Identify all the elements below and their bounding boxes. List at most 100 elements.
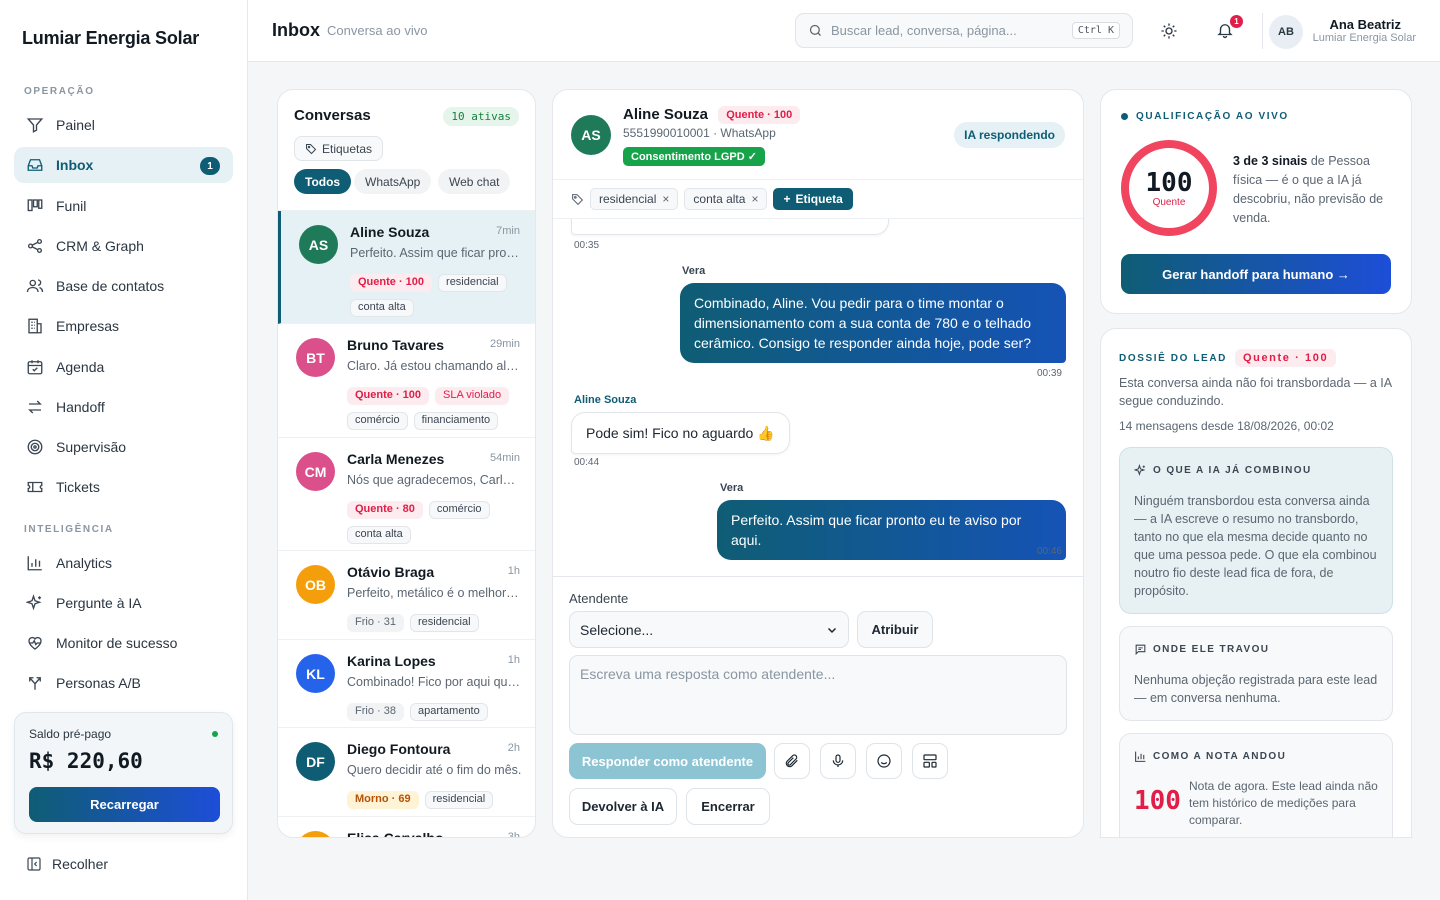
message-thread: 00:35 Vera Combinado, Aline. Vou pedir p… xyxy=(553,219,1083,576)
template-button[interactable] xyxy=(912,743,948,779)
agent-select-value: Selecione... xyxy=(580,621,654,638)
dossier-title-text: DOSSIÊ DO LEAD xyxy=(1119,352,1227,364)
live-dot xyxy=(1121,113,1128,120)
theme-sun-icon[interactable] xyxy=(1160,22,1178,40)
add-tag-button[interactable]: + Etiqueta xyxy=(773,188,853,210)
sidebar-item-empresas[interactable]: Empresas xyxy=(14,308,233,344)
avatar: BT xyxy=(296,338,335,377)
conversation-tags: Frio · 31 residencial xyxy=(347,608,527,633)
tag-pill: Quente · 100 xyxy=(350,273,433,292)
tag-pill: conta alta xyxy=(347,525,411,544)
section-heading: O QUE A IA JÁ COMBINOU xyxy=(1134,464,1312,477)
assign-button[interactable]: Atribuir xyxy=(857,611,933,648)
sidebar-item-label: Painel xyxy=(56,117,95,133)
recharge-button[interactable]: Recarregar xyxy=(29,787,220,822)
tag-pill: Morno · 69 xyxy=(347,790,419,809)
divider xyxy=(1262,13,1263,49)
return-to-ia-button[interactable]: Devolver à IA xyxy=(569,788,677,825)
sidebar-item-monitor[interactable]: Monitor de sucesso xyxy=(14,625,233,661)
close-conversation-button[interactable]: Encerrar xyxy=(686,788,770,825)
search-shortcut: Ctrl K xyxy=(1071,22,1120,39)
score-badge: Quente · 100 xyxy=(1234,349,1337,367)
microphone-button[interactable] xyxy=(820,743,856,779)
tags-filter-button[interactable]: Etiquetas xyxy=(294,136,384,161)
tag-pill: financiamento xyxy=(413,411,499,430)
sidebar-item-crm[interactable]: CRM & Graph xyxy=(14,228,233,264)
conversation-list-item[interactable]: CM Carla Menezes 54min Nós que agradecemos,… xyxy=(278,438,535,551)
score-history-section: COMO A NOTA ANDOU 100 Nota de agora. Est… xyxy=(1119,733,1393,837)
chat-tag-bar: residencial × conta alta × + Etiqueta xyxy=(553,180,1083,219)
tag-pill: Quente · 100 xyxy=(347,386,430,405)
sidebar-item-inbox[interactable]: Inbox 1 xyxy=(14,147,233,183)
collapse-label: Recolher xyxy=(52,856,109,872)
sidebar-item-personas[interactable]: Personas A/B xyxy=(14,665,233,701)
conversation-list-item[interactable]: KL Karina Lopes 1h Combinado! Fico por aqui… xyxy=(278,640,535,728)
chat-panel: AS Aline Souza Quente · 100 555199001000… xyxy=(552,89,1084,838)
section-body: Ninguém transbordou esta conversa ainda … xyxy=(1134,494,1377,598)
conversation-list-item[interactable]: AS Aline Souza 7min Perfeito. Assim que fic… xyxy=(278,211,535,324)
sidebar-item-contatos[interactable]: Base de contatos xyxy=(14,268,233,304)
remove-tag-icon[interactable]: × xyxy=(751,192,758,206)
section-heading-text: O QUE A IA JÁ COMBINOU xyxy=(1153,465,1312,476)
share-icon xyxy=(27,238,43,254)
avatar[interactable]: AB xyxy=(1269,15,1303,49)
brand-name: Lumiar Energia Solar xyxy=(22,28,200,48)
swap-icon xyxy=(28,400,42,414)
add-tag-label: Etiqueta xyxy=(795,192,843,206)
tags-label: Etiquetas xyxy=(322,141,373,156)
avatar: EC xyxy=(296,831,335,837)
tag-pill: comércio xyxy=(347,411,408,430)
remove-tag-icon[interactable]: × xyxy=(662,192,669,206)
tag-icon xyxy=(572,193,584,205)
split-icon xyxy=(29,677,41,690)
tag-icon xyxy=(306,143,317,154)
microphone-icon xyxy=(832,754,844,767)
section-heading-text: COMO A NOTA ANDOU xyxy=(1153,751,1287,762)
generate-handoff-button[interactable]: Gerar handoff para humano → xyxy=(1121,254,1391,294)
reply-textarea[interactable]: Escreva uma resposta como atendente... xyxy=(569,655,1067,735)
sidebar-item-label: Handoff xyxy=(56,399,105,415)
filter-tab-whatsapp[interactable]: WhatsApp xyxy=(354,169,432,194)
heart-pulse-icon xyxy=(28,636,42,650)
score-history-value: 100 xyxy=(1134,786,1181,816)
sidebar-item-pergunte[interactable]: Pergunte à IA xyxy=(14,585,233,621)
conversation-list-item[interactable]: EC Elisa Carvalho 3h xyxy=(278,817,535,838)
score-level: Quente xyxy=(1152,196,1186,208)
attach-button[interactable] xyxy=(774,743,810,779)
sidebar-item-painel[interactable]: Painel xyxy=(14,107,233,143)
signals-count: 3 de 3 sinais xyxy=(1233,154,1308,168)
sidebar-item-supervisao[interactable]: Supervisão xyxy=(14,429,233,465)
sidebar-item-label: Tickets xyxy=(56,479,100,495)
paperclip-icon xyxy=(785,754,798,768)
tag-pill: apartamento xyxy=(409,702,488,721)
agent-select[interactable]: Selecione... xyxy=(569,611,849,648)
collapse-icon xyxy=(27,857,41,871)
page-title: Inbox xyxy=(272,20,320,40)
sidebar-item-label: Base de contatos xyxy=(56,278,165,294)
sidebar-item-tickets[interactable]: Tickets xyxy=(14,469,233,505)
sidebar-item-handoff[interactable]: Handoff xyxy=(14,389,233,425)
emoji-button[interactable] xyxy=(866,743,902,779)
message-square-icon xyxy=(1135,644,1146,656)
plus-icon: + xyxy=(783,192,791,206)
conversation-list-item[interactable]: BT Bruno Tavares 29min Claro. Já estou cham… xyxy=(278,324,535,438)
stuck-section: ONDE ELE TRAVOU Nenhuma objeção registra… xyxy=(1119,626,1393,721)
sidebar: Lumiar Energia Solar OPERAÇÃO Painel Inb… xyxy=(0,0,248,900)
sidebar-item-label: Analytics xyxy=(56,555,113,571)
conversation-list-item[interactable]: OB Otávio Braga 1h Perfeito, metálico é o m… xyxy=(278,551,535,640)
collapse-sidebar-button[interactable]: Recolher xyxy=(26,856,108,872)
search-input[interactable]: Buscar lead, conversa, página... Ctrl K xyxy=(795,13,1133,48)
sidebar-item-funil[interactable]: Funil xyxy=(14,188,233,224)
conversation-list-item[interactable]: DF Diego Fontoura 2h Quero decidir até o fi… xyxy=(278,728,535,817)
filter-tab-webchat[interactable]: Web chat xyxy=(438,169,511,194)
sidebar-item-agenda[interactable]: Agenda xyxy=(14,349,233,385)
sidebar-item-label: Funil xyxy=(56,198,87,214)
send-reply-button[interactable]: Responder como atendente xyxy=(569,743,766,779)
sidebar-item-analytics[interactable]: Analytics xyxy=(14,545,233,581)
ticket-icon xyxy=(27,481,43,493)
message-sender: Vera xyxy=(682,265,706,277)
user-org: Lumiar Energia Solar xyxy=(1312,32,1416,44)
avatar: AS xyxy=(571,115,611,155)
filter-tab-todos[interactable]: Todos xyxy=(294,169,352,194)
conversation-name: Elisa Carvalho xyxy=(347,830,444,838)
